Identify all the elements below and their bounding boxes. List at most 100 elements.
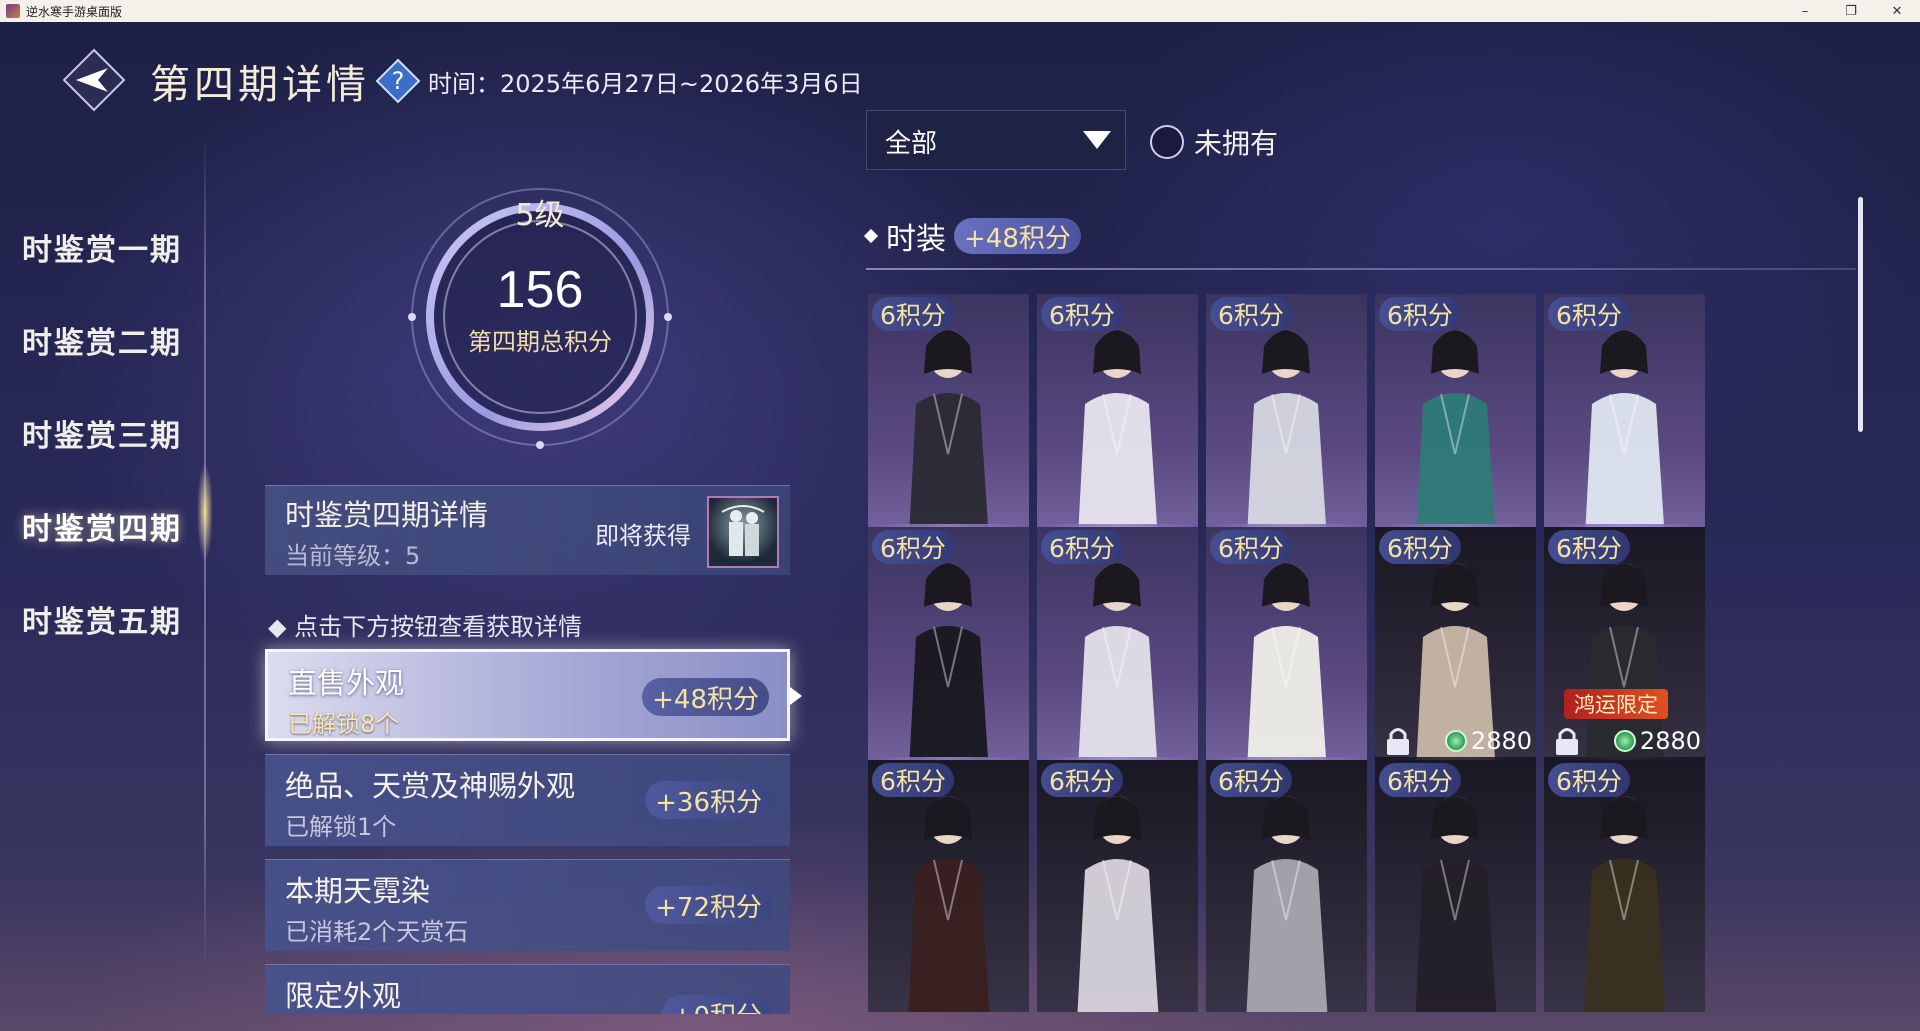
section-points: +48积分 [954,218,1081,254]
dropdown-arrow-icon [1083,131,1111,149]
jade-coin-icon [1444,730,1467,752]
reward-figure-icon [721,505,765,556]
lock-icon [1387,728,1409,755]
score-source-sub: 已消耗2个天赏石 [285,918,469,946]
window-title: 逆水寒手游桌面版 [26,4,123,19]
card-points: 6积分 [1379,763,1461,797]
nav-item-period-3[interactable]: 时鉴赏三期 [22,386,202,479]
costume-card[interactable]: 6积分 [868,760,1029,1012]
score-source-title: 绝品、天赏及神赐外观 [285,769,576,803]
score-source-sub: 已解锁8个 [288,710,400,738]
costume-card[interactable]: 6积分摩登风尚 [868,294,1029,556]
card-points: 6积分 [1379,297,1461,331]
card-price: 2880 [1613,727,1701,755]
score-source-title: 直售外观 [288,666,405,700]
costume-figure-icon [1246,563,1328,789]
costume-card[interactable]: 6积分 [1544,760,1705,1012]
card-points: 6积分 [872,763,954,797]
diamond-bullet-icon [863,228,879,244]
costume-card[interactable]: 6积分元夕浮焰2880 [1375,527,1536,789]
score-source-points: +0积分 [661,995,772,1014]
costume-card[interactable]: 6积分幻核星芒 [1206,294,1367,556]
card-points: 6积分 [1210,530,1292,564]
costume-card[interactable]: 6积分太公垂溪 [1037,527,1198,789]
costume-figure-icon [1415,330,1497,556]
hint-text: ◆ 点击下方按钮查看获取详情 [268,613,583,641]
not-owned-toggle[interactable]: 未拥有 [1150,122,1278,162]
costume-card[interactable]: 6积分寒夜戌锋 [868,527,1029,789]
not-owned-label: 未拥有 [1194,127,1279,160]
costume-card[interactable]: 6积分翠麟幽寒 [1375,294,1536,556]
card-points: 6积分 [1210,297,1292,331]
upcoming-reward-thumbnail[interactable] [707,496,779,568]
costume-card[interactable]: 6积分皓律星芒 [1037,294,1198,556]
period-text: 时间：2025年6月27日~2026年3月6日 [428,70,863,98]
card-price: 2880 [1444,727,1532,755]
section-header: 时装 +48积分 [863,214,1081,258]
costume-figure-icon [908,330,990,556]
restore-button[interactable]: ❐ [1828,0,1874,22]
category-filter-dropdown[interactable]: 全部 [866,110,1126,170]
game-stage: 第四期详情 ? 时间：2025年6月27日~2026年3月6日 时鉴赏一期 时鉴… [0,22,1920,1031]
filter-selected-value: 全部 [885,129,938,159]
costume-figure-icon [1077,330,1159,556]
limited-badge: 鸿运限定 [1564,689,1668,719]
card-points: 6积分 [1041,530,1123,564]
svg-text:?: ? [392,67,405,95]
costume-card[interactable]: 6积分 [1037,760,1198,1012]
costume-card[interactable]: 6积分狂纵驰野2880鸿运限定 [1544,527,1705,789]
window-titlebar: 逆水寒手游桌面版 – ❐ ✕ [0,0,1920,22]
period-detail-card[interactable]: 时鉴赏四期详情 当前等级：5 即将获得 [265,485,790,575]
app-icon [6,4,20,18]
score-source-points: +72积分 [645,886,772,924]
score-source-points: +36积分 [645,781,772,819]
card-points: 6积分 [872,530,954,564]
nav-item-period-2[interactable]: 时鉴赏二期 [22,293,202,386]
score-source-sub: 已解锁1个 [285,813,397,841]
detail-title: 时鉴赏四期详情 [285,498,489,532]
selected-arrow-icon [790,687,802,705]
costume-figure-icon [908,563,990,789]
score-source-direct-sale[interactable]: 直售外观 已解锁8个 +48积分 [265,649,790,741]
card-points: 6积分 [1041,297,1123,331]
page-title: 第四期详情 [150,62,370,108]
nav-item-period-5[interactable]: 时鉴赏五期 [22,572,202,665]
nav-item-period-1[interactable]: 时鉴赏一期 [22,200,202,293]
period-nav: 时鉴赏一期 时鉴赏二期 时鉴赏三期 时鉴赏四期 时鉴赏五期 [22,200,202,665]
card-points: 6积分 [1548,297,1630,331]
close-button[interactable]: ✕ [1874,0,1920,22]
score-source-limited[interactable]: 限定外观 +0积分 [265,964,790,1014]
score-source-title: 限定外观 [285,979,402,1013]
back-button[interactable] [62,48,126,112]
score-source-dye[interactable]: 本期天霓染 已消耗2个天赏石 +72积分 [265,859,790,951]
total-score-label: 第四期总积分 [468,328,612,356]
costume-figure-icon [1077,563,1159,789]
costume-figure-icon [1246,330,1328,556]
section-title: 时装 [886,222,946,257]
costume-card[interactable]: 6积分 [1375,760,1536,1012]
total-score: 156 [496,261,584,319]
help-icon[interactable]: ? [375,58,421,104]
score-source-title: 本期天霓染 [285,874,431,908]
card-points: 6积分 [1210,763,1292,797]
costume-grid: 6积分摩登风尚6积分皓律星芒6积分幻核星芒6积分翠麟幽寒6积分宸云疏雪 6积分寒夜… [868,294,1858,1012]
not-owned-radio[interactable] [1150,125,1184,159]
costume-card[interactable]: 6积分逸夏浮澜 [1206,527,1367,789]
score-source-points: +48积分 [642,678,769,716]
price-value: 2880 [1639,727,1701,755]
nav-item-period-4[interactable]: 时鉴赏四期 [22,479,202,572]
upcoming-reward-label: 即将获得 [595,522,691,550]
section-divider [866,268,1856,270]
costume-card[interactable]: 6积分宸云疏雪 [1544,294,1705,556]
card-points: 6积分 [1041,763,1123,797]
current-level: 当前等级：5 [285,542,421,570]
grid-scrollbar[interactable] [1858,197,1863,432]
lock-icon [1556,728,1578,755]
level-label: 5级 [515,198,565,233]
minimize-button[interactable]: – [1782,0,1828,22]
costume-card[interactable]: 6积分 [1206,760,1367,1012]
card-points: 6积分 [1379,530,1461,564]
card-points: 6积分 [1548,530,1630,564]
card-points: 6积分 [872,297,954,331]
score-source-premium[interactable]: 绝品、天赏及神赐外观 已解锁1个 +36积分 [265,754,790,846]
